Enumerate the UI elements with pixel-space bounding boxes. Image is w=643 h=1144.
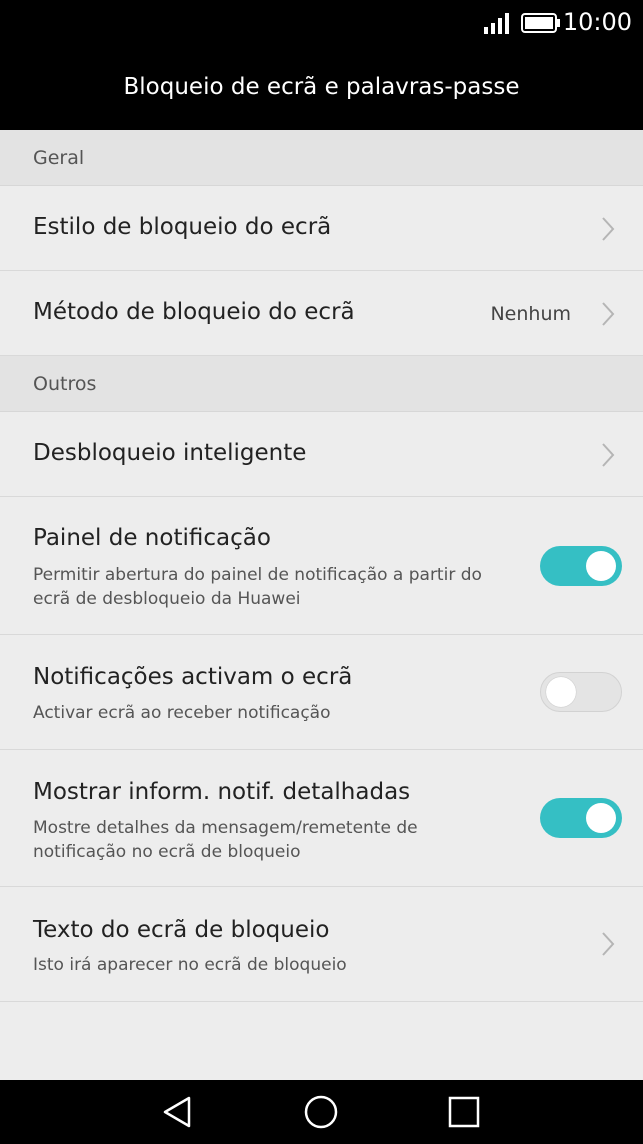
- setting-smart-unlock[interactable]: Desbloqueio inteligente: [0, 412, 643, 497]
- setting-subtitle: Activar ecrã ao receber notificação: [33, 703, 331, 723]
- home-icon[interactable]: [303, 1094, 339, 1130]
- setting-title: Mostrar inform. notif. detalhadas: [33, 779, 411, 805]
- setting-lock-method[interactable]: Método de bloqueio do ecrã Nenhum: [0, 271, 643, 356]
- recents-icon[interactable]: [446, 1094, 482, 1130]
- signal-icon: [484, 13, 509, 34]
- setting-title: Texto do ecrã de bloqueio: [33, 917, 330, 943]
- toggle-knob: [586, 551, 616, 581]
- back-icon[interactable]: [159, 1094, 195, 1130]
- setting-subtitle: Permitir abertura do painel de notificaç…: [33, 565, 482, 609]
- setting-subtitle: Isto irá aparecer no ecrã de bloqueio: [33, 955, 347, 975]
- setting-title: Método de bloqueio do ecrã: [33, 299, 355, 325]
- status-bar: 10:00: [0, 0, 643, 44]
- setting-subtitle: Mostre detalhes da mensagem/remetente de…: [33, 818, 418, 862]
- navigation-bar: [0, 1080, 643, 1144]
- setting-title: Estilo de bloqueio do ecrã: [33, 214, 332, 240]
- detailed-notifications-toggle[interactable]: [540, 798, 622, 838]
- setting-title: Desbloqueio inteligente: [33, 440, 307, 466]
- settings-list: Geral Estilo de bloqueio do ecrã Método …: [0, 130, 643, 1080]
- chevron-right-icon: [602, 443, 615, 467]
- setting-lock-style[interactable]: Estilo de bloqueio do ecrã: [0, 186, 643, 271]
- setting-notifications-wake-screen[interactable]: Notificações activam o ecrã Activar ecrã…: [0, 635, 643, 750]
- notifications-wake-toggle[interactable]: [540, 672, 622, 712]
- toggle-knob: [546, 677, 576, 707]
- battery-icon: [521, 13, 560, 33]
- section-header-label: Geral: [33, 146, 85, 169]
- page-title: Bloqueio de ecrã e palavras-passe: [123, 74, 520, 100]
- setting-notification-panel[interactable]: Painel de notificação Permitir abertura …: [0, 497, 643, 635]
- chevron-right-icon: [602, 302, 615, 326]
- section-header-outros: Outros: [0, 356, 643, 412]
- setting-lock-screen-text[interactable]: Texto do ecrã de bloqueio Isto irá apare…: [0, 887, 643, 1002]
- chevron-right-icon: [602, 932, 615, 956]
- section-header-geral: Geral: [0, 130, 643, 186]
- setting-detailed-notifications[interactable]: Mostrar inform. notif. detalhadas Mostre…: [0, 750, 643, 887]
- toggle-knob: [586, 803, 616, 833]
- status-time: 10:00: [562, 8, 632, 36]
- notification-panel-toggle[interactable]: [540, 546, 622, 586]
- section-header-label: Outros: [33, 372, 97, 395]
- setting-value: Nenhum: [490, 303, 571, 325]
- setting-title: Painel de notificação: [33, 525, 271, 551]
- setting-title: Notificações activam o ecrã: [33, 664, 353, 690]
- app-bar: Bloqueio de ecrã e palavras-passe: [0, 44, 643, 130]
- chevron-right-icon: [602, 217, 615, 241]
